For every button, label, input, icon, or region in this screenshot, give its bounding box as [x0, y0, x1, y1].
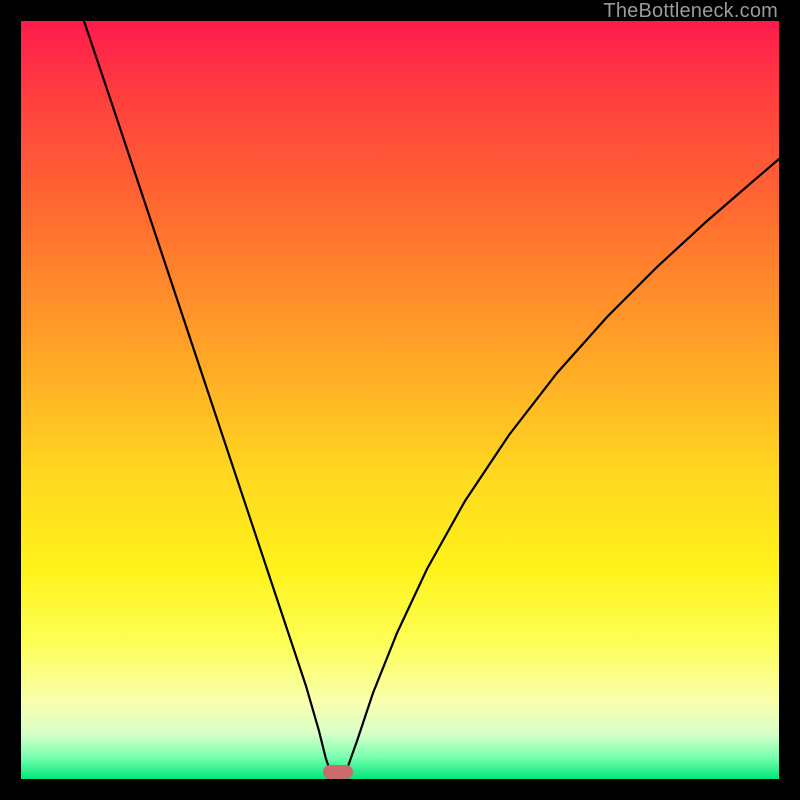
- curve-svg: [21, 21, 779, 779]
- bottleneck-marker: [323, 765, 353, 779]
- curve-left-branch: [84, 21, 335, 779]
- watermark-text: TheBottleneck.com: [603, 0, 778, 23]
- curve-right-branch: [341, 159, 779, 779]
- plot-area: [21, 21, 779, 779]
- chart-frame: TheBottleneck.com: [0, 0, 800, 800]
